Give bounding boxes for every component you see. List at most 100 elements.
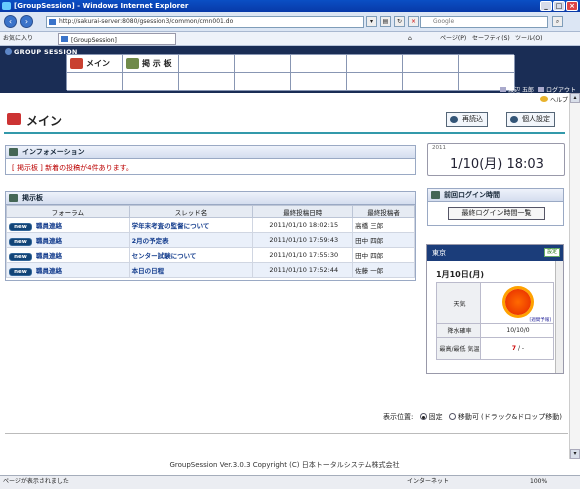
table-row: new 職員連絡 センター試験について 2011/01/10 17:55:30 田… (6, 247, 415, 263)
weather-row: 最高/最低 気温 7 / - (436, 337, 554, 360)
bbs-header: 掲示板 (6, 192, 415, 205)
home-icon[interactable]: ⌂ (408, 34, 412, 44)
scroll-down-icon[interactable]: ▾ (570, 449, 580, 459)
datetime-cell: 2011/01/10 17:55:30 (252, 247, 354, 263)
table-row: new 職員連絡 学年末考査の監督について 2011/01/10 18:02:15… (6, 217, 415, 233)
compat-view-icon[interactable]: ▤ (380, 16, 391, 27)
window-titlebar: [GroupSession] - Windows Internet Explor… (0, 0, 580, 12)
forum-link[interactable]: 職員連絡 (36, 252, 62, 260)
login-icon (431, 191, 440, 199)
author-cell: 田中 四郎 (352, 232, 415, 248)
column-header: フォーラム (6, 205, 130, 218)
menu-bbs[interactable]: 掲 示 板 (123, 55, 179, 73)
menu-empty (235, 73, 291, 91)
forward-arrow-icon[interactable]: › (20, 15, 33, 28)
search-placeholder: Google (433, 18, 455, 25)
thread-cell: 本日の日程 (128, 262, 254, 278)
forum-link[interactable]: 職員連絡 (36, 222, 62, 230)
rain-label: 降水確率 (436, 323, 481, 338)
temp-high: 7 (511, 345, 517, 352)
stop-icon[interactable]: × (408, 16, 419, 27)
menu-empty (123, 73, 179, 91)
forum-link[interactable]: 職員連絡 (36, 237, 62, 245)
bbs-icon (126, 58, 139, 69)
thread-link[interactable]: 2月の予定表 (132, 237, 169, 245)
position-setting: 表示位置: 固定 移動可 (ドラック&ドロップ移動) (383, 412, 562, 422)
zone-indicator: インターネット (407, 478, 450, 485)
information-panel: インフォメーション [ 掲示板 ] 新着の投稿が4件あります。 (5, 145, 416, 175)
weekly-forecast-link[interactable]: [週間予報] (483, 317, 553, 323)
personal-settings-button[interactable]: 個人設定 (506, 112, 555, 127)
reload-button[interactable]: 再読込 (446, 112, 488, 127)
column-header: 最終投稿日時 (252, 205, 354, 218)
menu-empty (291, 73, 347, 91)
zoom-level[interactable]: 100% (530, 476, 547, 488)
author-cell: 高橋 三郎 (352, 217, 415, 233)
thread-link[interactable]: 本日の日程 (132, 267, 165, 275)
window-title: [GroupSession] - Windows Internet Explor… (14, 2, 189, 10)
ie-logo-icon (2, 2, 11, 10)
thread-cell: 学年末考査の監督について (128, 217, 254, 233)
forum-link[interactable]: 職員連絡 (36, 267, 62, 275)
weather-label: 天気 (436, 282, 481, 324)
information-icon (9, 148, 18, 156)
weather-header: 東京 設定 (427, 245, 563, 261)
datetime-cell: 2011/01/10 18:02:15 (252, 217, 354, 233)
address-bar[interactable]: http://sakurai-server:8080/gsession3/com… (46, 16, 364, 28)
back-arrow-icon[interactable]: ‹ (4, 15, 17, 28)
browser-tab[interactable]: [GroupSession] (58, 33, 176, 45)
dropdown-arrow-icon[interactable]: ▾ (366, 16, 377, 27)
search-icon[interactable]: ⌕ (552, 16, 563, 27)
column-header: 最終投稿者 (352, 205, 415, 218)
weather-row: 天気 [週間予報] (436, 282, 554, 324)
page-menu[interactable]: ページ(P) (440, 34, 466, 44)
datetime-cell: 2011/01/10 17:59:43 (252, 232, 354, 248)
page-title: メイン (26, 114, 63, 128)
temp-cell: 7 / - (480, 337, 554, 360)
menu-main[interactable]: メイン (67, 55, 123, 73)
reload-label: 再読込 (462, 115, 483, 123)
new-badge: new (9, 252, 32, 261)
minimize-button[interactable]: _ (540, 1, 552, 11)
rain-value: 10/10/0 (480, 323, 554, 338)
last-login-panel: 前回ログイン時間 最終ログイン時間一覧 (427, 188, 564, 226)
main-menu-grid: メイン 掲 示 板 (66, 54, 515, 91)
page-scrollbar[interactable]: ▴ ▾ (569, 93, 580, 459)
thread-link[interactable]: 学年末考査の監督について (132, 222, 210, 230)
forum-cell: new 職員連絡 (6, 232, 130, 248)
bbs-title[interactable]: 掲示板 (22, 194, 43, 202)
refresh-icon[interactable]: ↻ (394, 16, 405, 27)
tools-menu[interactable]: ツール(O) (515, 34, 542, 44)
weather-table: 天気 [週間予報] 降水確率 10/10/0 最高/最低 気温 7 / - (436, 282, 554, 360)
menu-empty (347, 73, 403, 91)
favorites-button[interactable]: お気に入り (3, 34, 33, 44)
search-input[interactable]: Google (420, 16, 548, 28)
reload-icon (450, 116, 458, 123)
date-time: 1/10(月) 18:03 (450, 157, 544, 172)
safety-menu[interactable]: セーフティ(S) (472, 34, 510, 44)
logo-icon (5, 48, 12, 55)
fixed-radio[interactable] (419, 413, 427, 420)
close-window-button[interactable]: × (566, 1, 578, 11)
help-icon (539, 96, 548, 102)
footer-copyright: GroupSession Ver.3.0.3 Copyright (C) 日本ト… (169, 461, 400, 469)
help-link[interactable]: ヘルプ (539, 95, 568, 104)
thread-link[interactable]: センター試験について (132, 252, 197, 260)
author-cell: 佐藤 一郎 (352, 262, 415, 278)
logout-icon (537, 87, 544, 92)
date-year: 2011 (432, 145, 446, 151)
last-login-list-button[interactable]: 最終ログイン時間一覧 (448, 207, 545, 220)
maximize-button[interactable]: □ (553, 1, 565, 11)
bbs-table: フォーラム スレッド名 最終投稿日時 最終投稿者 new 職員連絡 学年末考査の監… (6, 205, 415, 278)
address-text: http://sakurai-server:8080/gsession3/com… (59, 18, 234, 25)
weather-date: 1月10日(月) (436, 270, 485, 279)
information-message[interactable]: [ 掲示板 ] 新着の投稿が4件あります。 (6, 159, 415, 177)
menu-bbs-label: 掲 示 板 (142, 59, 172, 68)
position-label: 表示位置: (383, 413, 414, 421)
movable-label: 移動可 (ドラック&ドロップ移動) (457, 413, 562, 421)
movable-radio[interactable] (448, 413, 456, 420)
weather-settings-button[interactable]: 設定 (543, 248, 560, 257)
scroll-up-icon[interactable]: ▴ (570, 93, 580, 103)
status-text: ページが表示されました (3, 478, 69, 485)
weather-scrollbar[interactable] (555, 261, 563, 373)
